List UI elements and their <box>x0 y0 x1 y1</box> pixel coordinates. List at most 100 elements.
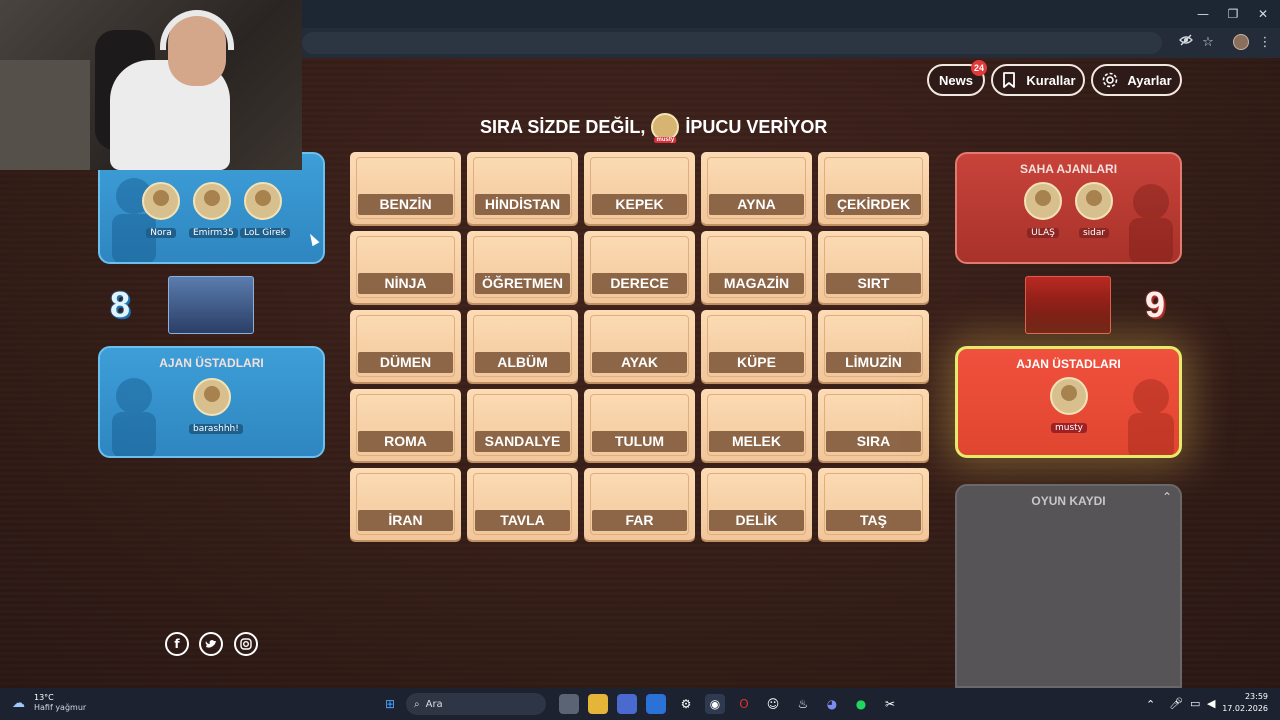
player-name: Emirm35 <box>189 228 238 238</box>
microphone-icon[interactable]: 🎤︎ <box>1169 697 1183 710</box>
word-card[interactable]: BENZİN <box>350 152 461 224</box>
eye-off-icon[interactable] <box>1176 33 1196 53</box>
card-word: DÜMEN <box>358 352 453 373</box>
spotify-icon[interactable]: ● <box>851 694 871 714</box>
game-log-panel: OYUN KAYDI ⌃ <box>955 484 1182 688</box>
red-team-score: 9 <box>1145 284 1166 325</box>
word-card[interactable]: LİMUZİN <box>818 310 929 382</box>
background-shelf <box>0 60 90 170</box>
word-card[interactable]: ALBÜM <box>467 310 578 382</box>
twitter-icon[interactable] <box>199 632 223 656</box>
search-icon: ⌕ <box>414 698 420 710</box>
instagram-icon[interactable] <box>234 632 258 656</box>
word-card[interactable]: DERECE <box>584 231 695 303</box>
card-word: AYAK <box>592 352 687 373</box>
store-icon[interactable] <box>617 694 637 714</box>
player-card: Emirm35 <box>189 182 238 239</box>
word-card[interactable]: AYNA <box>701 152 812 224</box>
blue-spymaster-portrait <box>168 276 254 334</box>
card-word: MELEK <box>709 431 804 452</box>
rules-button[interactable]: Kurallar <box>991 64 1085 96</box>
card-word: LİMUZİN <box>826 352 921 373</box>
card-word: HİNDİSTAN <box>475 194 570 215</box>
star-icon[interactable]: ☆ <box>1198 33 1218 53</box>
chrome-icon[interactable]: ◉ <box>705 694 725 714</box>
chevron-up-icon[interactable]: ⌃ <box>1146 698 1155 711</box>
word-card[interactable]: DELİK <box>701 468 812 540</box>
player-avatar <box>1075 182 1113 220</box>
steam-icon[interactable]: ♨ <box>793 694 813 714</box>
word-card[interactable]: ÇEKİRDEK <box>818 152 929 224</box>
word-card[interactable]: TULUM <box>584 389 695 461</box>
card-word: ÖĞRETMEN <box>475 273 570 294</box>
word-card[interactable]: TAVLA <box>467 468 578 540</box>
word-card[interactable]: İRAN <box>350 468 461 540</box>
taskbar-search[interactable]: ⌕ Ara <box>406 693 546 715</box>
opera-icon[interactable]: O <box>734 694 754 714</box>
player-avatar <box>142 182 180 220</box>
player-avatar <box>193 182 231 220</box>
more-icon[interactable]: ⋮ <box>1255 33 1275 53</box>
bookmark-icon <box>1003 72 1016 88</box>
word-card[interactable]: DÜMEN <box>350 310 461 382</box>
capcut-icon[interactable]: ✂ <box>880 694 900 714</box>
card-word: ROMA <box>358 431 453 452</box>
card-word: DERECE <box>592 273 687 294</box>
address-bar[interactable] <box>302 32 1162 54</box>
agent-illustration <box>1128 379 1174 455</box>
player-card: musty <box>1046 377 1092 434</box>
word-card[interactable]: NİNJA <box>350 231 461 303</box>
card-word: AYNA <box>709 194 804 215</box>
agent-illustration <box>1129 184 1173 262</box>
volume-icon[interactable]: ◀ <box>1207 697 1215 710</box>
discord-icon[interactable]: ◕ <box>822 694 842 714</box>
card-word: TAVLA <box>475 510 570 531</box>
weather-widget[interactable]: ☁ 13°C Hafif yağmur <box>12 693 86 713</box>
word-card[interactable]: SANDALYE <box>467 389 578 461</box>
word-card[interactable]: ROMA <box>350 389 461 461</box>
card-word: SIRA <box>826 431 921 452</box>
word-card[interactable]: MAGAZİN <box>701 231 812 303</box>
profile-avatar[interactable] <box>1233 34 1249 50</box>
clue-giver-name: musty <box>654 137 677 143</box>
clock[interactable]: 23:59 17.02.2026 <box>1222 692 1268 713</box>
windows-start-icon[interactable]: ⊞ <box>380 694 400 714</box>
news-button[interactable]: News 24 <box>927 60 987 96</box>
minimize-icon[interactable]: — <box>1188 4 1218 24</box>
maximize-icon[interactable]: ❐ <box>1218 4 1248 24</box>
word-card[interactable]: KÜPE <box>701 310 812 382</box>
word-card[interactable]: MELEK <box>701 389 812 461</box>
player-avatar <box>1050 377 1088 415</box>
task-view-icon[interactable] <box>559 694 579 714</box>
word-card[interactable]: FAR <box>584 468 695 540</box>
news-count-badge: 24 <box>971 60 987 76</box>
steam-small-icon[interactable]: ⚙ <box>676 694 696 714</box>
player-avatar <box>244 182 282 220</box>
word-card[interactable]: AYAK <box>584 310 695 382</box>
windows-taskbar <box>0 688 1280 720</box>
close-icon[interactable]: ✕ <box>1248 4 1278 24</box>
agent-illustration <box>112 378 156 456</box>
chevron-up-icon[interactable]: ⌃ <box>1162 490 1172 504</box>
network-icon[interactable]: ▭ <box>1190 697 1200 710</box>
clue-giver-avatar: musty <box>651 113 680 143</box>
word-card[interactable]: SIRA <box>818 389 929 461</box>
app-icon[interactable]: ☺ <box>763 694 783 714</box>
player-avatar <box>1024 182 1062 220</box>
settings-button[interactable]: Ayarlar <box>1091 64 1182 96</box>
facebook-icon[interactable]: f <box>165 632 189 656</box>
word-card[interactable]: ÖĞRETMEN <box>467 231 578 303</box>
blue-team-score: 8 <box>110 284 131 325</box>
card-word: ÇEKİRDEK <box>826 194 921 215</box>
turn-prefix: SIRA SİZDE DEĞİL, <box>480 116 646 137</box>
rules-label: Kurallar <box>1026 72 1076 88</box>
word-card[interactable]: SIRT <box>818 231 929 303</box>
word-card[interactable]: HİNDİSTAN <box>467 152 578 224</box>
player-card: sidar <box>1071 182 1117 239</box>
mail-icon[interactable] <box>646 694 666 714</box>
file-explorer-icon[interactable] <box>588 694 608 714</box>
word-card[interactable]: TAŞ <box>818 468 929 540</box>
card-word: KEPEK <box>592 194 687 215</box>
word-card[interactable]: KEPEK <box>584 152 695 224</box>
weather-temp: 13°C <box>34 693 54 702</box>
